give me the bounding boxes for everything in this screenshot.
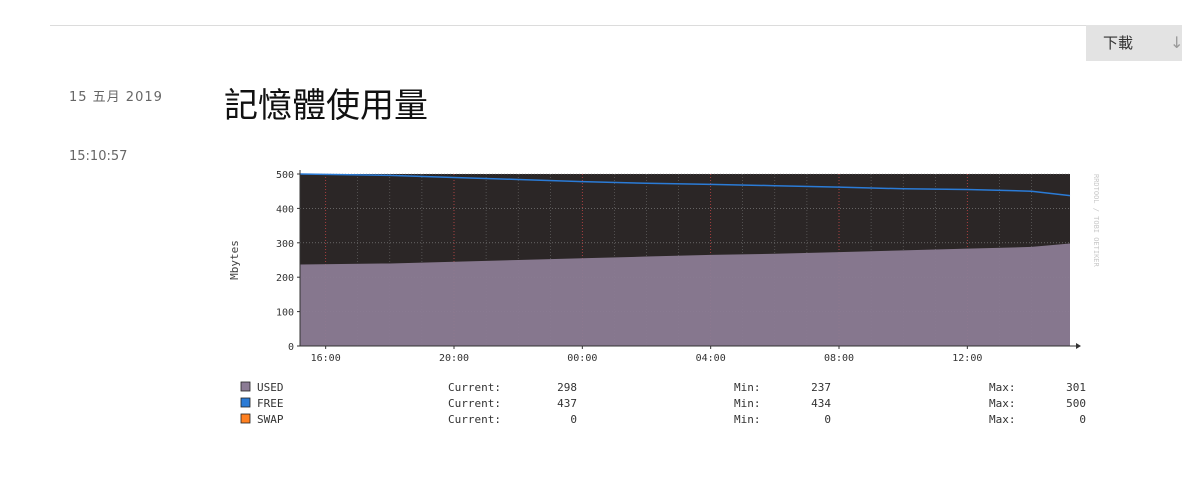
legend-max-value: 0 <box>1079 413 1086 426</box>
report-time: 15:10:57 <box>69 149 128 164</box>
legend-current-value: 0 <box>570 413 577 426</box>
x-tick-label: 00:00 <box>567 353 597 364</box>
legend-name: SWAP <box>257 413 284 426</box>
legend-swatch-used <box>240 381 251 392</box>
legend-current-label: Current: <box>448 381 501 394</box>
x-tick-label: 20:00 <box>439 353 469 364</box>
legend-min-value: 434 <box>811 397 831 410</box>
y-tick-label: 200 <box>276 273 294 284</box>
legend-max-value: 301 <box>1066 381 1086 394</box>
legend-max-label: Max: <box>989 413 1016 426</box>
legend-min-label: Min: <box>734 381 761 394</box>
legend-max-label: Max: <box>989 397 1016 410</box>
y-axis-label: Mbytes <box>228 240 241 280</box>
memory-chart: 0 100 200 300 400 500 16:00 20:00 00:00 04:00 08:0… <box>228 170 1100 426</box>
y-tick-label: 0 <box>288 342 294 353</box>
legend-min-value: 0 <box>824 413 831 426</box>
legend-min-label: Min: <box>734 397 761 410</box>
legend-name: FREE <box>257 397 284 410</box>
arrow-down-icon: ↓ <box>1170 33 1182 52</box>
x-tick-label: 08:00 <box>824 353 854 364</box>
download-label: 下載 <box>1103 34 1134 52</box>
x-tick-label: 12:00 <box>952 353 982 364</box>
legend-swatch-swap <box>240 413 251 424</box>
legend-current-label: Current: <box>448 413 501 426</box>
legend-min-label: Min: <box>734 413 761 426</box>
watermark: RRDTOOL / TOBI OETIKER <box>1092 174 1100 268</box>
legend-min-value: 237 <box>811 381 831 394</box>
download-button[interactable]: 下載 ↓ <box>1086 25 1182 61</box>
y-tick-label: 400 <box>276 204 294 215</box>
legend-name: USED <box>257 381 284 394</box>
legend-current-label: Current: <box>448 397 501 410</box>
legend-max-value: 500 <box>1066 397 1086 410</box>
top-divider <box>50 25 1182 26</box>
page-title: 記憶體使用量 <box>224 86 428 126</box>
y-tick-label: 300 <box>276 239 294 250</box>
y-tick-label: 500 <box>276 170 294 181</box>
y-tick-label: 100 <box>276 308 294 319</box>
legend-current-value: 298 <box>557 381 577 394</box>
x-tick-label: 04:00 <box>696 353 726 364</box>
x-tick-label: 16:00 <box>311 353 341 364</box>
legend-max-label: Max: <box>989 381 1016 394</box>
report-date: 15 五月 2019 <box>69 90 163 105</box>
x-axis-arrow <box>1076 343 1081 349</box>
legend-swatch-free <box>240 397 251 408</box>
legend-current-value: 437 <box>557 397 577 410</box>
